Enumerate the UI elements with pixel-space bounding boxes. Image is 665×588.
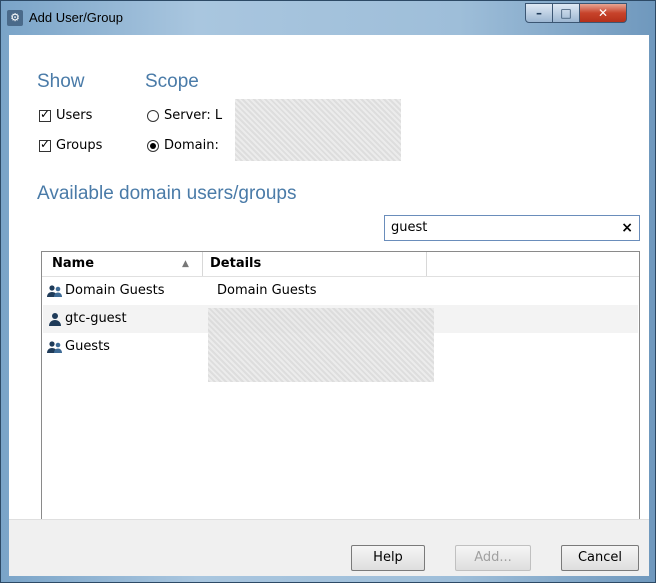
checkbox-box: ✓ — [39, 106, 51, 122]
dialog-content: Show Scope ✓ Users ✓ Groups Server: L Do… — [9, 35, 649, 576]
close-button[interactable]: ✕ — [579, 3, 627, 23]
redacted-area — [208, 308, 434, 382]
domain-radio[interactable]: Domain: — [147, 138, 219, 153]
table-header: Name ▲ Details — [42, 252, 639, 277]
check-icon: ✓ — [40, 136, 51, 151]
redacted-area — [235, 99, 401, 161]
dialog-footer — [9, 519, 649, 576]
column-divider[interactable] — [426, 252, 427, 276]
maximize-icon: □ — [560, 6, 572, 20]
scope-heading: Scope — [145, 71, 199, 92]
app-icon: ⚙ — [7, 10, 23, 26]
users-checkbox[interactable]: ✓ Users — [39, 106, 93, 123]
close-icon: ✕ — [597, 6, 609, 20]
group-icon — [47, 284, 62, 297]
search-value: guest — [391, 220, 428, 235]
domain-label: Domain: — [164, 138, 219, 153]
group-icon — [47, 340, 62, 353]
maximize-button[interactable]: □ — [552, 3, 580, 23]
row-name-text: Domain Guests — [65, 283, 165, 298]
groups-label: Groups — [56, 138, 103, 153]
checkbox-box: ✓ — [39, 136, 51, 152]
radio-circle — [147, 109, 159, 122]
add-button[interactable]: Add... — [455, 545, 531, 571]
section-title: Available domain users/groups — [37, 183, 297, 204]
row-name: Guests — [47, 339, 110, 354]
search-input[interactable]: guest × — [384, 215, 640, 241]
row-name: gtc-guest — [47, 311, 127, 326]
radio-circle-selected — [147, 139, 159, 152]
window-title: Add User/Group — [29, 10, 123, 25]
minimize-button[interactable]: – — [525, 3, 553, 23]
table-row[interactable]: Domain Guests Domain Guests — [43, 277, 638, 305]
help-button[interactable]: Help — [351, 545, 425, 571]
row-name-text: gtc-guest — [65, 311, 127, 326]
users-label: Users — [56, 108, 93, 123]
check-icon: ✓ — [40, 106, 51, 121]
row-details: Domain Guests — [217, 283, 317, 298]
row-name-text: Guests — [65, 339, 110, 354]
column-divider[interactable] — [202, 252, 203, 276]
user-icon — [49, 312, 61, 326]
column-header-name[interactable]: Name — [52, 256, 94, 271]
clear-search-icon[interactable]: × — [621, 216, 633, 240]
dialog-window: ⚙ Add User/Group – □ ✕ Show Scope ✓ User… — [0, 0, 656, 583]
groups-checkbox[interactable]: ✓ Groups — [39, 136, 103, 153]
row-name: Domain Guests — [47, 283, 165, 298]
cancel-button[interactable]: Cancel — [561, 545, 639, 571]
show-heading: Show — [37, 71, 85, 92]
server-label: Server: L — [164, 108, 223, 123]
sort-ascending-icon: ▲ — [182, 259, 189, 269]
column-header-details[interactable]: Details — [210, 256, 261, 271]
server-radio[interactable]: Server: L — [147, 108, 222, 123]
results-table[interactable]: Name ▲ Details Domain Guests Domain Gues… — [41, 251, 640, 531]
title-bar[interactable]: ⚙ Add User/Group – □ ✕ — [1, 1, 655, 37]
minimize-icon: – — [536, 6, 542, 20]
